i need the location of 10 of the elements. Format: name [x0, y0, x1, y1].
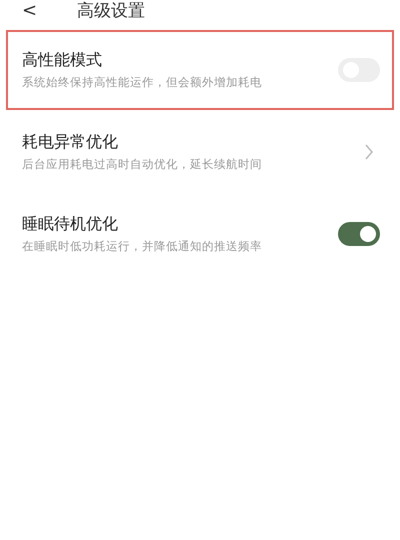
setting-title: 耗电异常优化	[22, 132, 119, 153]
chevron-right-icon	[364, 143, 374, 161]
setting-description: 后台应用耗电过高时自动优化，延长续航时间	[22, 157, 263, 172]
back-button[interactable]: <	[22, 0, 38, 22]
setting-description: 系统始终保持高性能运作，但会额外增加耗电	[22, 75, 263, 90]
setting-title: 高性能模式	[22, 50, 103, 71]
setting-description: 在睡眠时低功耗运行，并降低通知的推送频率	[22, 239, 263, 254]
page-title: 高级设置	[77, 0, 146, 22]
toggle-switch[interactable]	[338, 222, 380, 246]
setting-title: 睡眠待机优化	[22, 214, 119, 235]
